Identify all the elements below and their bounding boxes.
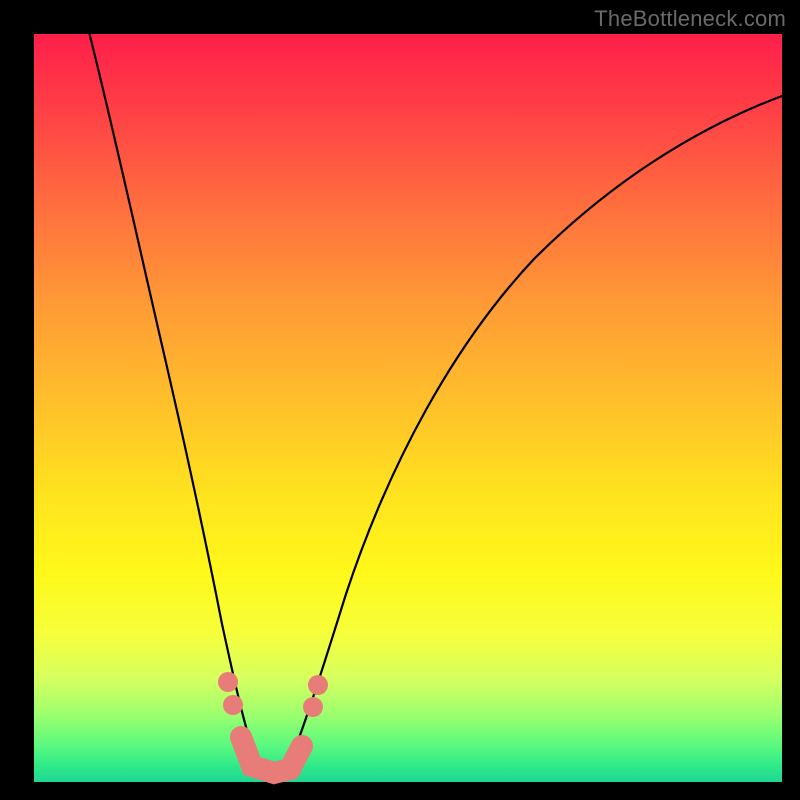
bottleneck-curve	[88, 28, 782, 774]
marker-dot	[218, 672, 238, 692]
curve-layer	[34, 34, 782, 782]
marker-dot	[308, 675, 328, 695]
plot-area	[34, 34, 782, 782]
chart-frame: TheBottleneck.com	[0, 0, 800, 800]
marker-dot	[223, 695, 243, 715]
marker-trough-line	[241, 737, 302, 773]
marker-dot	[303, 697, 323, 717]
watermark-text: TheBottleneck.com	[594, 6, 786, 32]
